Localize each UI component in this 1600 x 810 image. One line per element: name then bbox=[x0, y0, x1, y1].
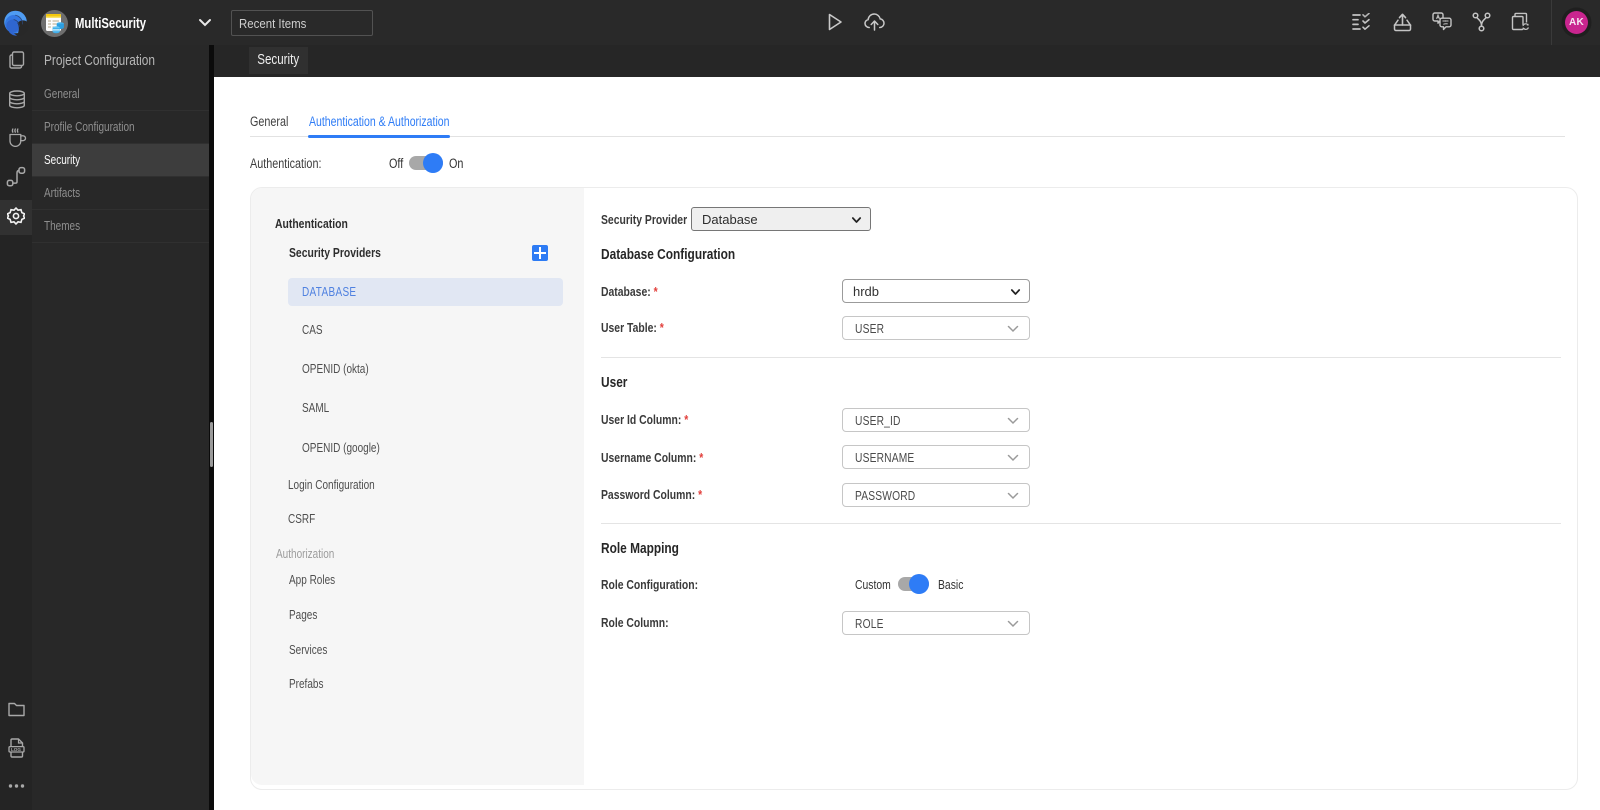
svg-text:LOG: LOG bbox=[11, 747, 21, 752]
